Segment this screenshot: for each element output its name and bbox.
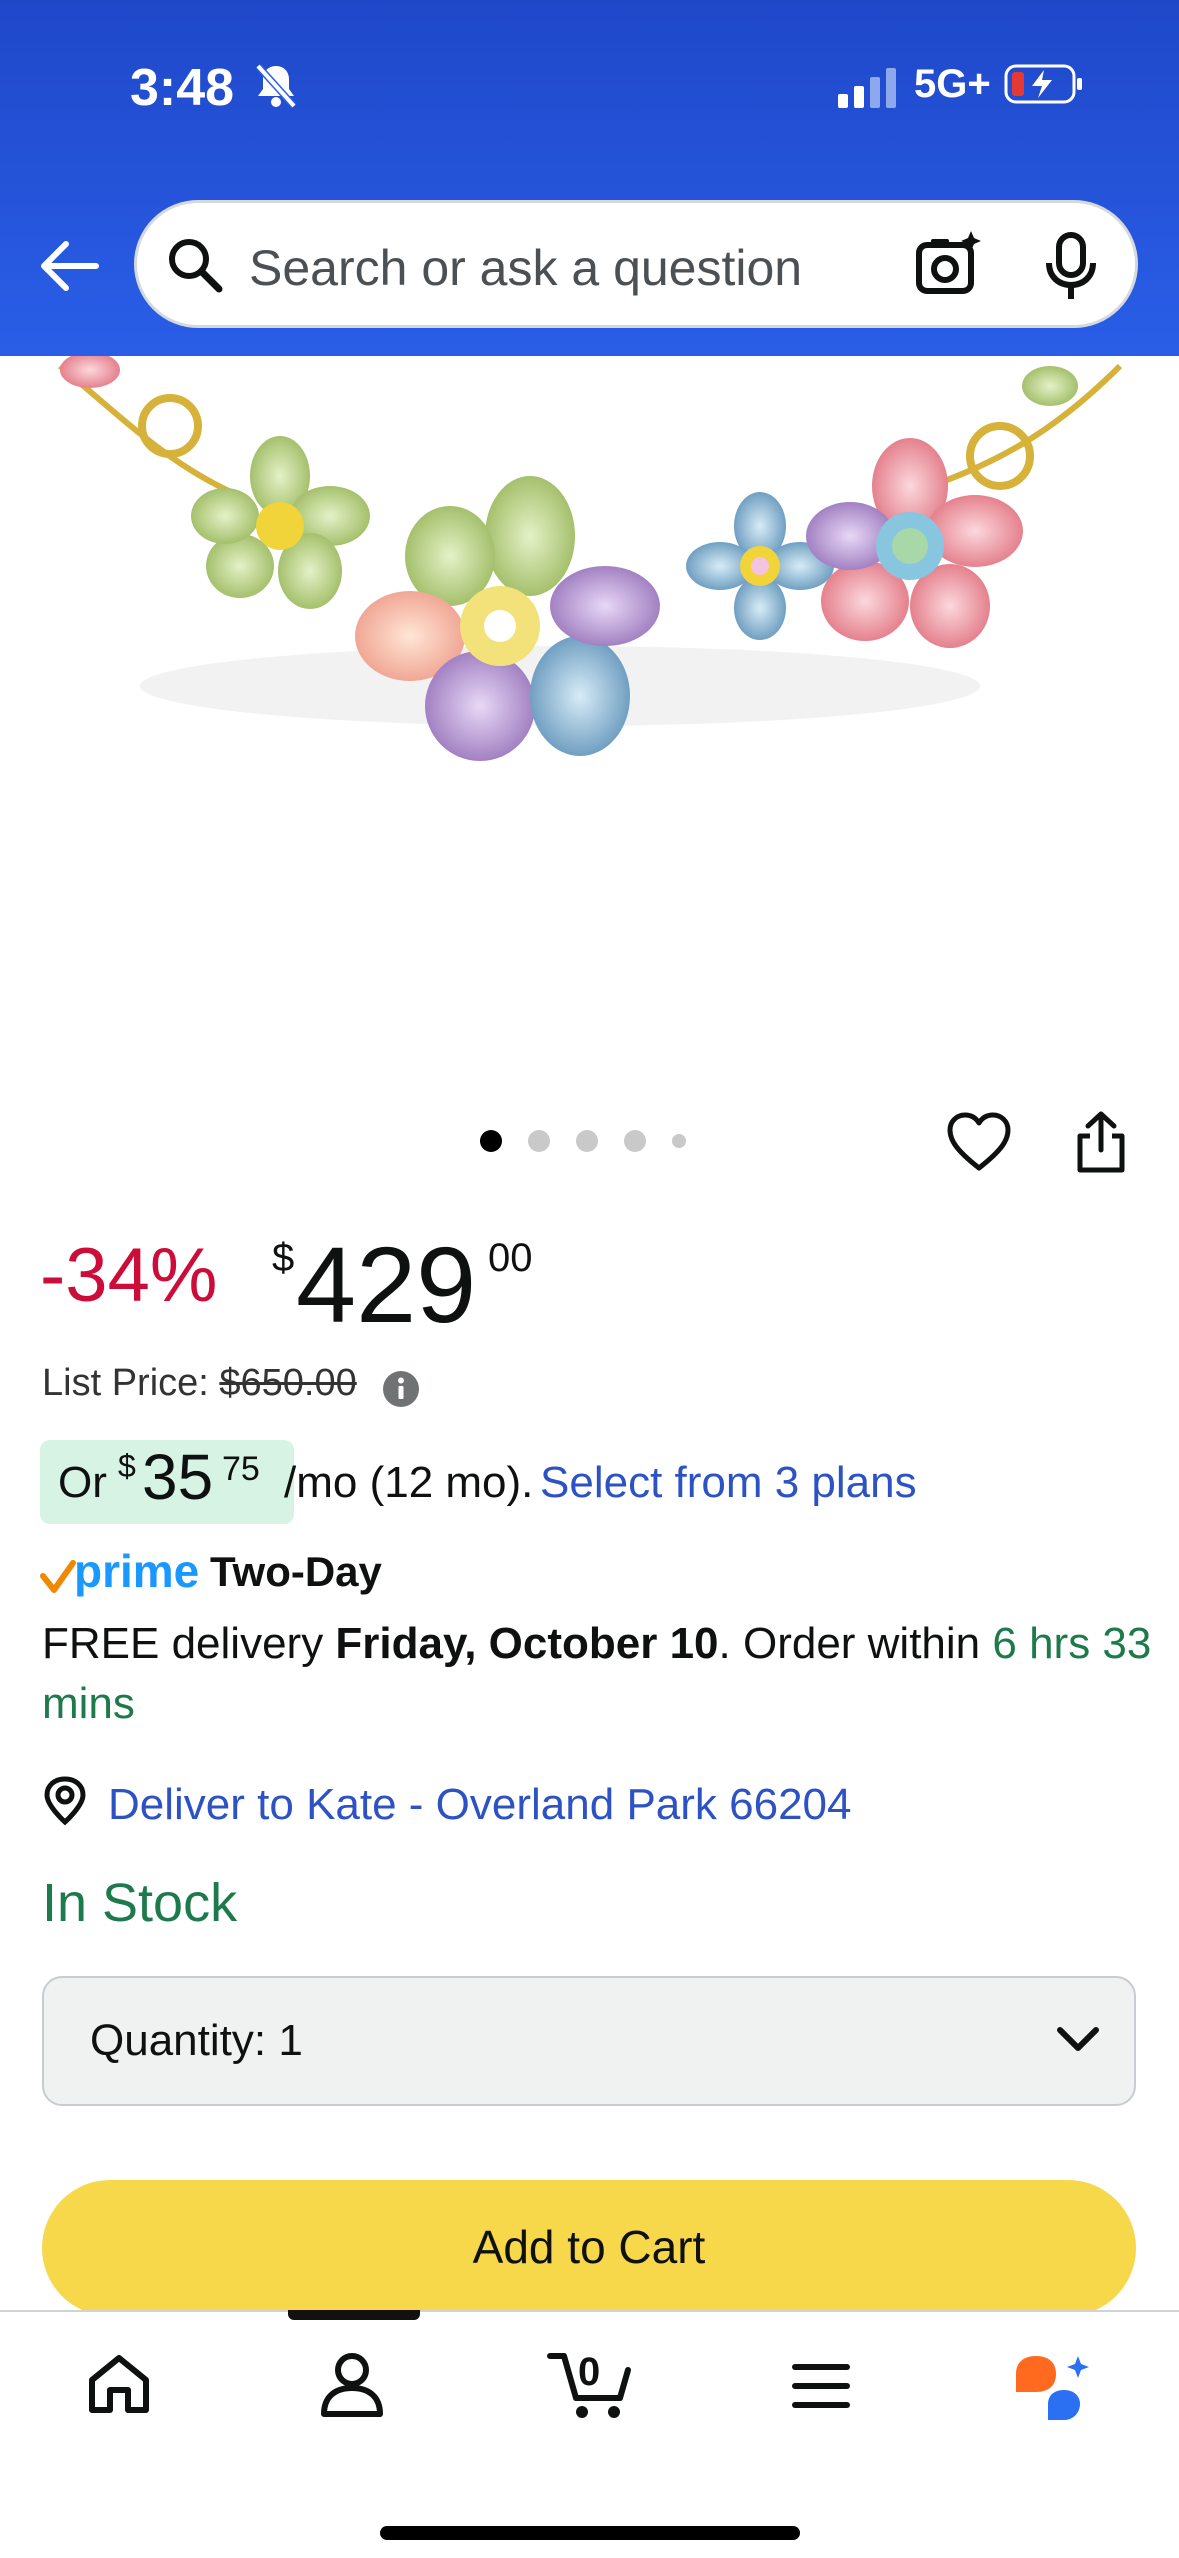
- share-icon[interactable]: [1074, 1110, 1128, 1174]
- price-fraction: 00: [488, 1236, 533, 1280]
- battery-charging-icon: [1004, 64, 1082, 104]
- carousel-dot[interactable]: [624, 1130, 646, 1152]
- search-bar[interactable]: Search or ask a question: [134, 200, 1138, 328]
- carousel-dot[interactable]: [528, 1130, 550, 1152]
- select-plans-link[interactable]: Select from 3 plans: [540, 1458, 917, 1508]
- profile-icon[interactable]: [318, 2350, 386, 2418]
- active-tab-indicator: [288, 2310, 420, 2320]
- image-carousel-dots[interactable]: [480, 1130, 712, 1152]
- price-symbol: $: [272, 1236, 295, 1280]
- free-delivery-text: FREE delivery: [42, 1619, 324, 1668]
- menu-icon[interactable]: [790, 2362, 852, 2410]
- monthly-symbol: $: [118, 1448, 136, 1484]
- silent-bell-icon: [255, 63, 297, 109]
- monthly-whole: 35: [142, 1441, 214, 1513]
- monthly-terms: /mo (12 mo).: [284, 1458, 534, 1507]
- search-input[interactable]: Search or ask a question: [249, 239, 802, 297]
- stock-status: In Stock: [42, 1873, 238, 1933]
- bottom-nav: 0: [0, 2310, 1179, 2558]
- rufus-assistant-icon[interactable]: [1012, 2352, 1096, 2424]
- discount-percent: -34%: [40, 1233, 218, 1318]
- signal-icon: [838, 68, 896, 108]
- carousel-dot[interactable]: [672, 1134, 686, 1148]
- product-image[interactable]: [0, 356, 1179, 1086]
- necklace-image: [58, 356, 1123, 761]
- two-day-label: Two-Day: [210, 1548, 382, 1595]
- prime-text: prime: [74, 1545, 200, 1597]
- order-within-text: . Order within: [718, 1619, 981, 1668]
- monthly-or: Or: [58, 1458, 107, 1507]
- list-price: List Price: $650.00: [42, 1362, 357, 1405]
- carousel-dot[interactable]: [576, 1130, 598, 1152]
- carousel-dot[interactable]: [480, 1130, 502, 1152]
- back-arrow-icon[interactable]: [36, 238, 100, 294]
- quantity-label: Quantity: 1: [90, 2016, 303, 2066]
- list-price-value: $650.00: [219, 1362, 357, 1404]
- home-indicator: [380, 2526, 800, 2540]
- home-icon[interactable]: [84, 2352, 154, 2416]
- quantity-value: 1: [278, 2016, 303, 2065]
- delivery-date: Friday, October 10: [335, 1619, 719, 1668]
- app-header: 3:48 5G+ Search or ask a question: [0, 0, 1179, 356]
- delivery-info: FREE delivery Friday, October 10. Order …: [42, 1614, 1152, 1734]
- microphone-icon[interactable]: [1043, 231, 1099, 303]
- price-whole: 429: [296, 1224, 477, 1345]
- add-to-cart-button[interactable]: Add to Cart: [42, 2180, 1136, 2316]
- cart-count: 0: [578, 2350, 601, 2394]
- chevron-down-icon: [1057, 2027, 1099, 2051]
- search-icon: [169, 239, 223, 293]
- network-type: 5G+: [914, 62, 991, 106]
- list-price-label: List Price:: [42, 1362, 209, 1404]
- location-pin-icon: [44, 1776, 86, 1826]
- quantity-label-text: Quantity:: [90, 2016, 267, 2065]
- status-time: 3:48: [130, 59, 235, 117]
- heart-icon[interactable]: [946, 1112, 1012, 1172]
- prime-logo: prime: [40, 1544, 199, 1598]
- quantity-select[interactable]: Quantity: 1: [42, 1976, 1136, 2106]
- add-to-cart-label: Add to Cart: [472, 2221, 706, 2273]
- monthly-fraction: 75: [222, 1450, 260, 1488]
- info-icon[interactable]: [382, 1370, 420, 1408]
- camera-search-icon[interactable]: [913, 229, 985, 301]
- deliver-to-link[interactable]: Deliver to Kate - Overland Park 66204: [108, 1780, 852, 1830]
